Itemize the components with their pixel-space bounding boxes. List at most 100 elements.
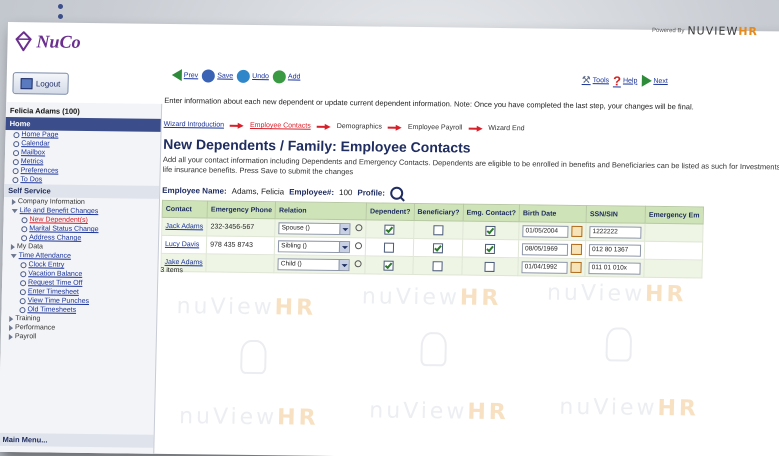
sidebar-item-label: Metrics xyxy=(20,158,44,166)
contact-link[interactable]: Jack Adams xyxy=(165,223,203,230)
logo-icon xyxy=(15,31,32,52)
relation-select[interactable]: Spouse () xyxy=(278,221,351,235)
emg-contact-checkbox[interactable] xyxy=(485,225,496,236)
sidebar-item-label: Request Time Off xyxy=(28,279,83,287)
sidebar-item-label: Marital Status Change xyxy=(29,225,99,234)
search-icon[interactable] xyxy=(354,260,362,268)
toolbar: Prev Save Undo Add ⚒ Tools ? Help Next xyxy=(171,64,779,94)
application-window: Powered By NUVIEWHR NuCo Logout Felicia … xyxy=(0,22,779,456)
expand-icon xyxy=(10,243,15,250)
sidebar-item-label: Preferences xyxy=(20,167,59,175)
emg-contact-checkbox[interactable] xyxy=(484,261,496,272)
birth-date-input[interactable]: 01/05/2004 xyxy=(522,224,569,238)
wizard-step-demographics: Demographics xyxy=(336,123,382,131)
logout-label: Logout xyxy=(35,78,61,89)
contact-link[interactable]: Jake Adams xyxy=(165,259,203,266)
undo-button[interactable]: Undo xyxy=(237,69,269,83)
birth-date-input[interactable]: 01/04/1992 xyxy=(521,260,568,274)
table-body: Jack Adams 232-3456-567 Spouse () 01/05/200… xyxy=(160,217,703,278)
intro-text: Enter information about each new depende… xyxy=(164,95,694,112)
profile-label: Profile: xyxy=(357,188,386,198)
dependent-checkbox[interactable] xyxy=(384,242,395,253)
emergency-phone-cell xyxy=(206,253,275,273)
prev-button[interactable]: Prev xyxy=(171,69,199,82)
emg-contact-cell xyxy=(461,257,519,276)
birth-date-cell: 01/05/2004 xyxy=(518,221,587,241)
tools-button[interactable]: ⚒ Tools xyxy=(582,75,610,86)
wizard-step-wizard-introduction[interactable]: Wizard Introduction xyxy=(164,121,224,129)
wizard-step-employee-payroll: Employee Payroll xyxy=(407,123,463,132)
sidebar-item-payroll[interactable]: Payroll xyxy=(1,332,156,343)
search-icon[interactable] xyxy=(355,242,363,250)
expand-icon xyxy=(8,333,13,340)
emg-contact-cell xyxy=(462,221,520,240)
bullet-icon xyxy=(12,176,19,183)
help-icon: ? xyxy=(612,72,622,88)
time-items: Clock Entry Vacation Balance Request Time … xyxy=(1,260,157,316)
sidebar-item-label: View Time Punches xyxy=(27,297,90,305)
add-button[interactable]: Add xyxy=(272,69,301,83)
collapse-icon xyxy=(11,208,18,213)
column-header-emg-contact: Emg. Contact? xyxy=(462,204,520,222)
emg-contact-cell xyxy=(461,239,519,258)
sidebar-item-label: New Dependent(s) xyxy=(29,216,88,224)
wizard-arrow-icon xyxy=(230,122,244,128)
bullet-icon xyxy=(13,131,20,138)
page-description: Add all your contact information includi… xyxy=(162,154,779,177)
chevron-down-icon[interactable] xyxy=(338,259,349,270)
relation-cell: Spouse () xyxy=(274,218,367,238)
bullet-icon xyxy=(20,270,27,277)
next-button[interactable]: Next xyxy=(641,74,668,87)
home-items: Home Page Calendar Mailbox Metrics Preferenc… xyxy=(4,130,160,186)
beneficiary-checkbox[interactable] xyxy=(432,260,443,271)
relation-select[interactable]: Child () xyxy=(277,257,350,271)
arrow-left-icon xyxy=(171,69,182,82)
help-button[interactable]: ? Help xyxy=(613,73,638,88)
dependent-cell xyxy=(365,237,414,257)
powered-by-brand: NUVIEWHR xyxy=(687,24,759,39)
calendar-icon[interactable] xyxy=(571,225,583,238)
ssn-cell: 012 80 1367 xyxy=(585,240,645,260)
powered-by-label: Powered By xyxy=(651,27,685,34)
wizard-step-employee-contacts[interactable]: Employee Contacts xyxy=(250,122,311,130)
relation-select[interactable]: Sibling () xyxy=(278,239,351,253)
birth-date-input[interactable]: 08/05/1969 xyxy=(521,242,569,256)
profile-search-icon[interactable] xyxy=(389,186,404,200)
column-header-ssn-sin: SSN/SIN xyxy=(586,205,646,224)
main-menu-link[interactable]: Main Menu... xyxy=(0,432,154,448)
beneficiary-checkbox[interactable] xyxy=(432,242,443,253)
ssn-input[interactable]: 012 80 1367 xyxy=(588,243,642,257)
sidebar-item-label: Mailbox xyxy=(20,149,46,157)
tools-icon: ⚒ xyxy=(581,74,591,86)
dependent-cell xyxy=(365,219,414,239)
bullet-icon xyxy=(12,149,20,156)
emergency-email-cell xyxy=(644,223,703,242)
ssn-input[interactable]: 011 01 010x xyxy=(588,261,641,275)
beneficiary-checkbox[interactable] xyxy=(432,224,444,235)
column-header-relation: Relation xyxy=(275,201,367,220)
bullet-icon xyxy=(19,297,26,304)
emg-contact-checkbox[interactable] xyxy=(485,243,496,254)
save-button[interactable]: Save xyxy=(202,68,233,83)
bullet-icon xyxy=(12,167,19,174)
calendar-icon[interactable] xyxy=(570,261,582,274)
chevron-down-icon[interactable] xyxy=(339,223,350,234)
wizard-steps: Wizard Introduction Employee Contacts Demo… xyxy=(164,121,525,132)
logout-button[interactable]: Logout xyxy=(12,72,69,95)
emergency-email-cell xyxy=(643,259,702,278)
dependent-checkbox[interactable] xyxy=(384,224,395,235)
search-icon[interactable] xyxy=(355,224,363,232)
sidebar-item-label: Enter Timesheet xyxy=(27,288,79,296)
dependent-checkbox[interactable] xyxy=(383,260,395,271)
wizard-arrow-icon xyxy=(388,124,402,130)
contact-cell: Jack Adams xyxy=(161,217,208,236)
ssn-input[interactable]: 1222222 xyxy=(589,225,642,239)
contact-link[interactable]: Lucy Davis xyxy=(165,241,199,248)
chevron-down-icon[interactable] xyxy=(339,241,350,252)
birth-date-cell: 01/04/1992 xyxy=(517,257,586,277)
relation-cell: Child () xyxy=(274,254,366,274)
logout-icon xyxy=(20,77,34,89)
calendar-icon[interactable] xyxy=(570,243,583,256)
bullet-icon xyxy=(12,158,19,165)
relation-value: Sibling () xyxy=(281,242,307,250)
